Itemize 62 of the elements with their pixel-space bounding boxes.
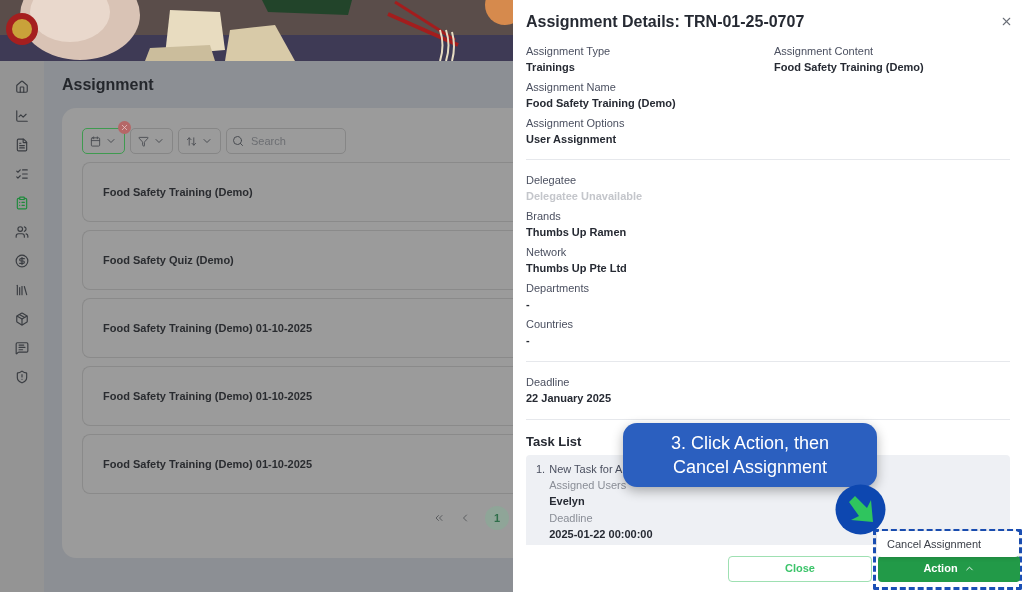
field-label: Countries bbox=[526, 317, 575, 331]
field-value: - bbox=[526, 297, 531, 312]
menu-item[interactable]: Cancel Assignment bbox=[877, 532, 1019, 555]
field-value: Thumbs Up Pte Ltd bbox=[526, 261, 628, 276]
field-label: Delegatee bbox=[526, 173, 578, 187]
field-label: Assignment Name bbox=[526, 80, 617, 94]
filter-button[interactable] bbox=[178, 128, 221, 154]
field-value: - bbox=[526, 333, 531, 348]
filter-icon bbox=[138, 135, 149, 147]
field-value: User Assignment bbox=[526, 132, 618, 147]
assignment-card[interactable]: Food Safety Training (Demo) 01-10-2025 bbox=[82, 298, 513, 358]
action-button[interactable]: Action bbox=[878, 555, 1020, 582]
chart-icon[interactable] bbox=[15, 109, 29, 123]
field-label: Network bbox=[526, 245, 568, 259]
document-icon[interactable] bbox=[15, 138, 29, 152]
assignment-card[interactable]: Food Safety Training (Demo) 01-10-2025 bbox=[82, 366, 513, 426]
field-value: Food Safety Training (Demo) bbox=[526, 96, 677, 111]
shield-icon[interactable] bbox=[15, 370, 29, 384]
field-value: Thumbs Up Ramen bbox=[526, 225, 628, 240]
field-value: Food Safety Training (Demo) bbox=[774, 60, 925, 75]
assignment-name: Food Safety Training (Demo) 01-10-2025 bbox=[103, 320, 313, 336]
page-title: Assignment bbox=[62, 75, 155, 95]
assignment-name: Food Safety Quiz (Demo) bbox=[103, 252, 234, 268]
clear-filter-icon[interactable] bbox=[118, 121, 131, 134]
assignment-card[interactable]: Food Safety Training (Demo) 01-10-2025 bbox=[82, 434, 513, 494]
calendar-icon bbox=[90, 135, 101, 147]
library-icon[interactable] bbox=[15, 283, 29, 297]
filter-button[interactable] bbox=[130, 128, 173, 154]
drawer-title: Assignment Details: TRN-01-25-0707 bbox=[526, 12, 805, 32]
field-label: Brands bbox=[526, 209, 562, 223]
box-icon[interactable] bbox=[15, 312, 29, 326]
field-value: 22 January 2025 bbox=[526, 391, 612, 406]
assignment-name: Food Safety Training (Demo) 01-10-2025 bbox=[103, 388, 313, 404]
field-label: Assignment Type bbox=[526, 44, 612, 58]
task-list-title: Task List bbox=[526, 434, 582, 450]
sort-icon bbox=[186, 135, 197, 147]
assignment-card[interactable]: Food Safety Quiz (Demo) bbox=[82, 230, 513, 290]
chat-icon[interactable] bbox=[15, 341, 29, 355]
close-icon[interactable] bbox=[1000, 15, 1013, 28]
assignment-name: Food Safety Training (Demo) 01-10-2025 bbox=[103, 456, 313, 472]
field-value: 2025-01-22 00:00:00 bbox=[549, 527, 653, 542]
field-label: Deadline bbox=[549, 511, 594, 525]
search-icon bbox=[232, 135, 244, 147]
dollar-icon[interactable] bbox=[15, 254, 29, 268]
callout-text: 3. Click Action, then Cancel Assignment bbox=[669, 432, 831, 479]
assignment-name: Food Safety Training (Demo) bbox=[103, 184, 253, 200]
home-icon[interactable] bbox=[15, 80, 29, 94]
field-label: Assigned Users bbox=[549, 478, 628, 492]
first-page-icon[interactable] bbox=[433, 512, 445, 524]
field-label: Departments bbox=[526, 281, 590, 295]
field-label: Assignment Content bbox=[774, 44, 875, 58]
users-icon[interactable] bbox=[15, 225, 29, 239]
field-value: Delegatee Unavailable bbox=[526, 189, 644, 204]
task-number: 1. bbox=[536, 462, 546, 477]
checklist-icon[interactable] bbox=[15, 167, 29, 181]
field-value: Trainings bbox=[526, 60, 576, 75]
task-name: New Task for A bbox=[549, 462, 624, 476]
field-value: Evelyn bbox=[549, 494, 586, 509]
field-label: Deadline bbox=[526, 375, 571, 389]
field-label: Assignment Options bbox=[526, 116, 626, 130]
clipboard-icon[interactable] bbox=[15, 196, 29, 210]
assignment-card[interactable]: Food Safety Training (Demo) bbox=[82, 162, 513, 222]
